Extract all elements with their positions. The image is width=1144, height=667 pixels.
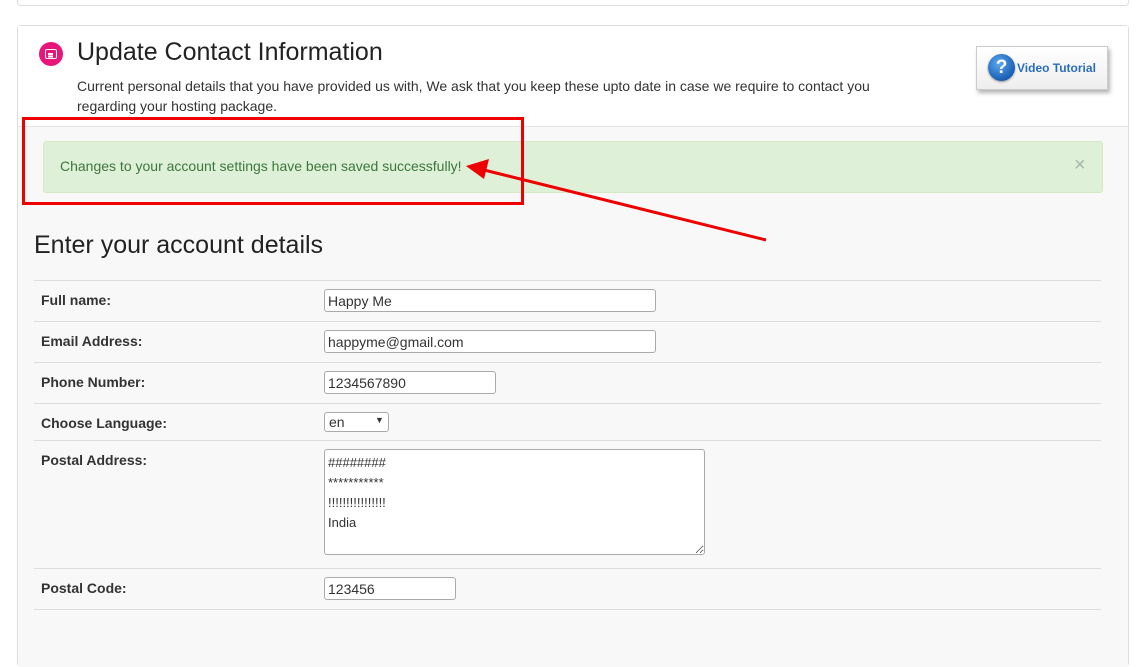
panel-header: Update Contact Information Current perso…	[18, 26, 1128, 127]
postal-address-row: Postal Address: ######## *********** !!!…	[34, 440, 1101, 569]
page-description: Current personal details that you have p…	[77, 78, 870, 114]
language-label: Choose Language:	[41, 415, 168, 431]
section-title: Enter your account details	[34, 231, 324, 259]
form-bottom-divider	[34, 609, 1101, 616]
close-icon[interactable]: ×	[1074, 155, 1086, 175]
page-title: Update Contact Information	[77, 38, 383, 66]
language-select[interactable]: en ▼	[324, 412, 389, 432]
language-row: Choose Language: en ▼	[34, 403, 1101, 441]
caret-down-icon: ▼	[375, 415, 384, 425]
postal-code-input[interactable]	[324, 577, 456, 600]
video-tutorial-label: Video Tutorial	[1017, 61, 1096, 75]
full-name-row: Full name:	[34, 280, 1101, 322]
video-tutorial-button[interactable]: ? Video Tutorial	[976, 46, 1108, 90]
postal-code-row: Postal Code:	[34, 568, 1101, 610]
email-label: Email Address:	[41, 333, 143, 349]
previous-panel	[17, 0, 1129, 6]
annotation-highlight-box	[22, 117, 524, 205]
postal-address-textarea[interactable]: ######## *********** !!!!!!!!!!!!!!!! In…	[324, 449, 705, 555]
email-input[interactable]	[324, 330, 656, 353]
full-name-label: Full name:	[41, 292, 112, 308]
phone-label: Phone Number:	[41, 374, 146, 390]
phone-row: Phone Number:	[34, 362, 1101, 404]
language-select-value: en	[329, 414, 345, 430]
postal-address-label: Postal Address:	[41, 452, 148, 468]
full-name-input[interactable]	[324, 289, 656, 312]
question-mark-icon: ?	[988, 54, 1015, 81]
postal-code-label: Postal Code:	[41, 580, 127, 596]
phone-input[interactable]	[324, 371, 496, 394]
email-row: Email Address:	[34, 321, 1101, 363]
id-card-icon	[39, 42, 63, 66]
